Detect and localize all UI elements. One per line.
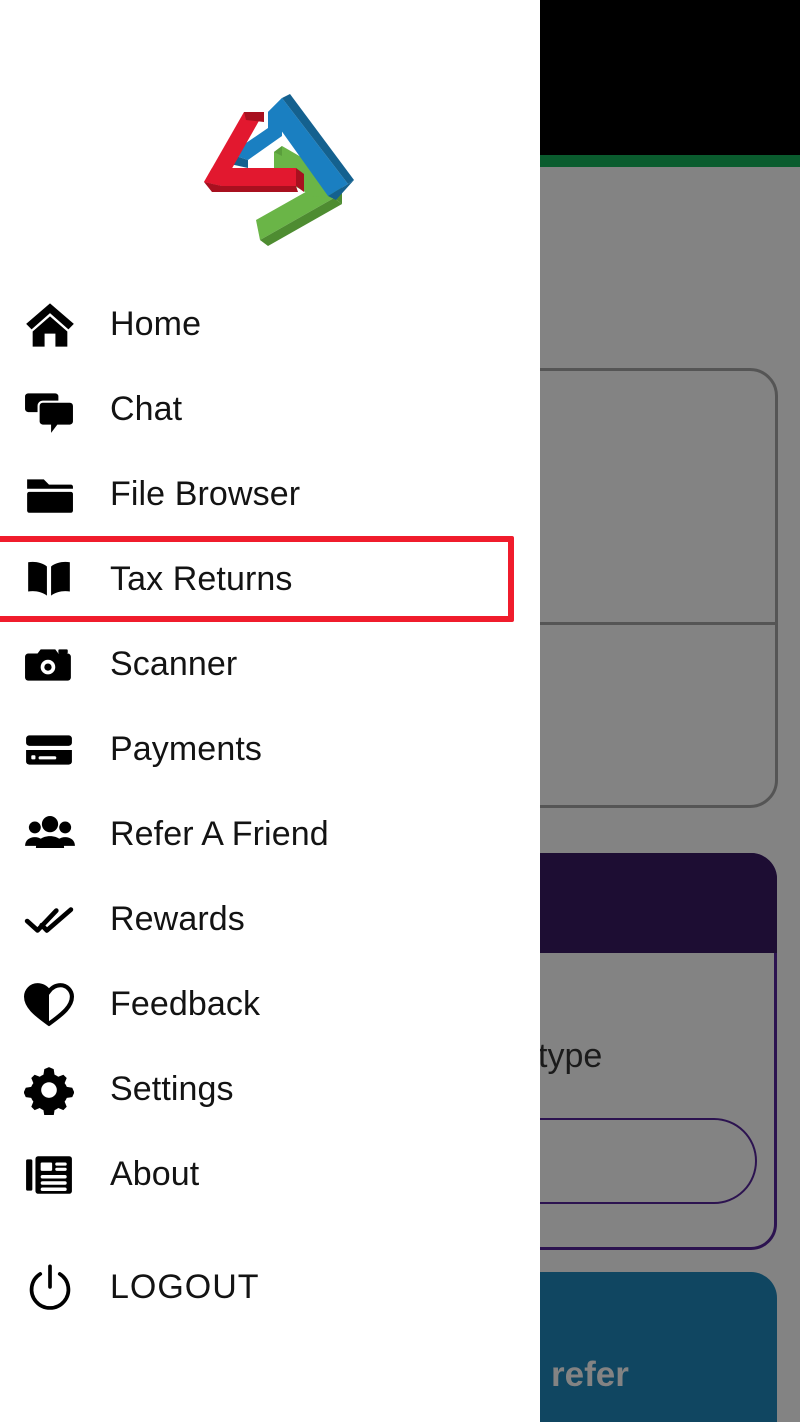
sidebar-item-payments[interactable]: Payments [0,707,540,792]
sidebar-item-label: Settings [110,1070,234,1108]
sidebar-item-feedback[interactable]: Feedback [0,962,540,1047]
credit-card-icon [24,722,80,778]
sidebar-item-label: Scanner [110,645,238,683]
sidebar-item-file-browser[interactable]: File Browser [0,452,540,537]
power-icon [24,1260,80,1316]
sidebar-item-home[interactable]: Home [0,282,540,367]
gear-icon [24,1062,80,1118]
sidebar-item-label: Refer A Friend [110,815,329,853]
sidebar-item-label: About [110,1155,200,1193]
sidebar-item-label: Payments [110,730,262,768]
app-screen: wards Tax e for ment type refer [0,0,800,1422]
drawer-menu-list: Home Chat File Browser Tax Returns Scann… [0,282,540,1330]
open-book-icon [24,552,80,608]
sidebar-item-rewards[interactable]: Rewards [0,877,540,962]
sidebar-item-tax-returns[interactable]: Tax Returns [0,536,540,622]
teal-card-cta-text: refer [551,1355,629,1394]
sidebar-item-about[interactable]: About [0,1132,540,1217]
heart-half-icon [24,977,80,1033]
camera-icon [24,637,80,693]
sidebar-item-settings[interactable]: Settings [0,1047,540,1132]
sidebar-item-label: Home [110,305,202,343]
home-icon [24,297,80,353]
chat-bubbles-icon [24,382,80,438]
sidebar-item-logout[interactable]: LOGOUT [0,1245,540,1330]
sidebar-item-scanner[interactable]: Scanner [0,622,540,707]
navigation-drawer: Home Chat File Browser Tax Returns Scann… [0,0,540,1422]
sidebar-item-label: Tax Returns [110,560,293,598]
people-group-icon [24,807,80,863]
folder-icon [24,467,80,523]
double-check-icon [24,892,80,948]
sidebar-item-label: LOGOUT [110,1268,260,1306]
sidebar-item-label: Rewards [110,900,245,938]
sidebar-item-label: Feedback [110,985,261,1023]
article-icon [24,1147,80,1203]
sidebar-item-label: File Browser [110,475,301,513]
sidebar-item-label: Chat [110,390,183,428]
sidebar-item-refer-a-friend[interactable]: Refer A Friend [0,792,540,877]
sidebar-item-chat[interactable]: Chat [0,367,540,452]
impossible-triangle-logo [186,88,356,248]
